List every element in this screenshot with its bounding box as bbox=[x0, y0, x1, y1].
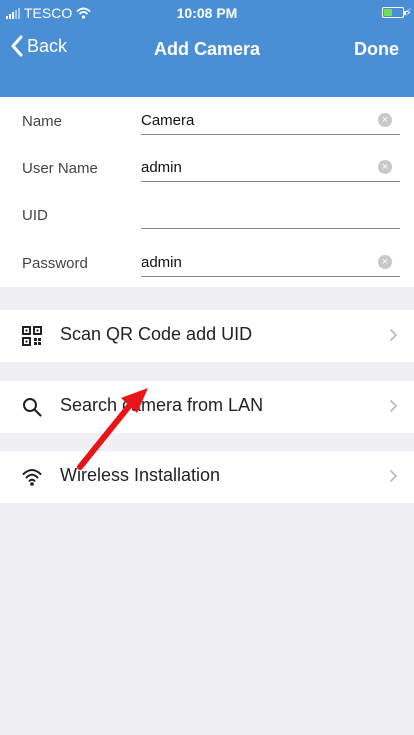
chevron-right-icon bbox=[389, 399, 398, 413]
done-button[interactable]: Done bbox=[354, 39, 399, 60]
uid-label: UID bbox=[22, 207, 48, 224]
username-label: User Name bbox=[22, 160, 98, 177]
status-time: 10:08 PM bbox=[176, 5, 238, 21]
username-row: User Name × bbox=[0, 144, 414, 192]
page-title: Add Camera bbox=[153, 39, 261, 59]
navigation-bar: Back Add Camera Done bbox=[0, 26, 414, 76]
name-label: Name bbox=[22, 113, 63, 130]
password-row: Password × bbox=[0, 239, 414, 287]
search-icon bbox=[23, 398, 42, 417]
clear-password-icon[interactable]: × bbox=[378, 255, 392, 269]
uid-row: UID bbox=[0, 191, 414, 239]
username-field[interactable] bbox=[141, 154, 400, 182]
battery-icon bbox=[382, 7, 406, 18]
scan-qr-code-item[interactable]: Scan QR Code add UID bbox=[0, 310, 414, 362]
wireless-installation-label: Wireless Installation bbox=[60, 465, 221, 485]
uid-field[interactable] bbox=[141, 201, 400, 229]
charging-bolt-icon: ⚡ bbox=[404, 7, 412, 19]
clear-name-icon[interactable]: × bbox=[378, 113, 392, 127]
scan-qr-code-label: Scan QR Code add UID bbox=[60, 324, 253, 344]
camera-form: Name × User Name × UID Password × bbox=[0, 97, 414, 287]
chevron-right-icon bbox=[389, 328, 398, 342]
app-header: TESCO 10:08 PM ⚡ Back Add Camera Done bbox=[0, 0, 414, 100]
password-field[interactable] bbox=[141, 249, 400, 277]
search-lan-item[interactable]: Search camera from LAN bbox=[0, 381, 414, 433]
clear-username-icon[interactable]: × bbox=[378, 160, 392, 174]
wifi-icon bbox=[22, 469, 42, 486]
name-field[interactable] bbox=[141, 107, 400, 135]
status-bar: TESCO 10:08 PM ⚡ bbox=[0, 0, 414, 26]
name-row: Name × bbox=[0, 97, 414, 145]
wireless-installation-item[interactable]: Wireless Installation bbox=[0, 451, 414, 503]
search-lan-label: Search camera from LAN bbox=[60, 395, 264, 415]
qr-code-icon bbox=[22, 326, 42, 346]
password-label: Password bbox=[22, 255, 88, 272]
chevron-right-icon bbox=[389, 469, 398, 483]
